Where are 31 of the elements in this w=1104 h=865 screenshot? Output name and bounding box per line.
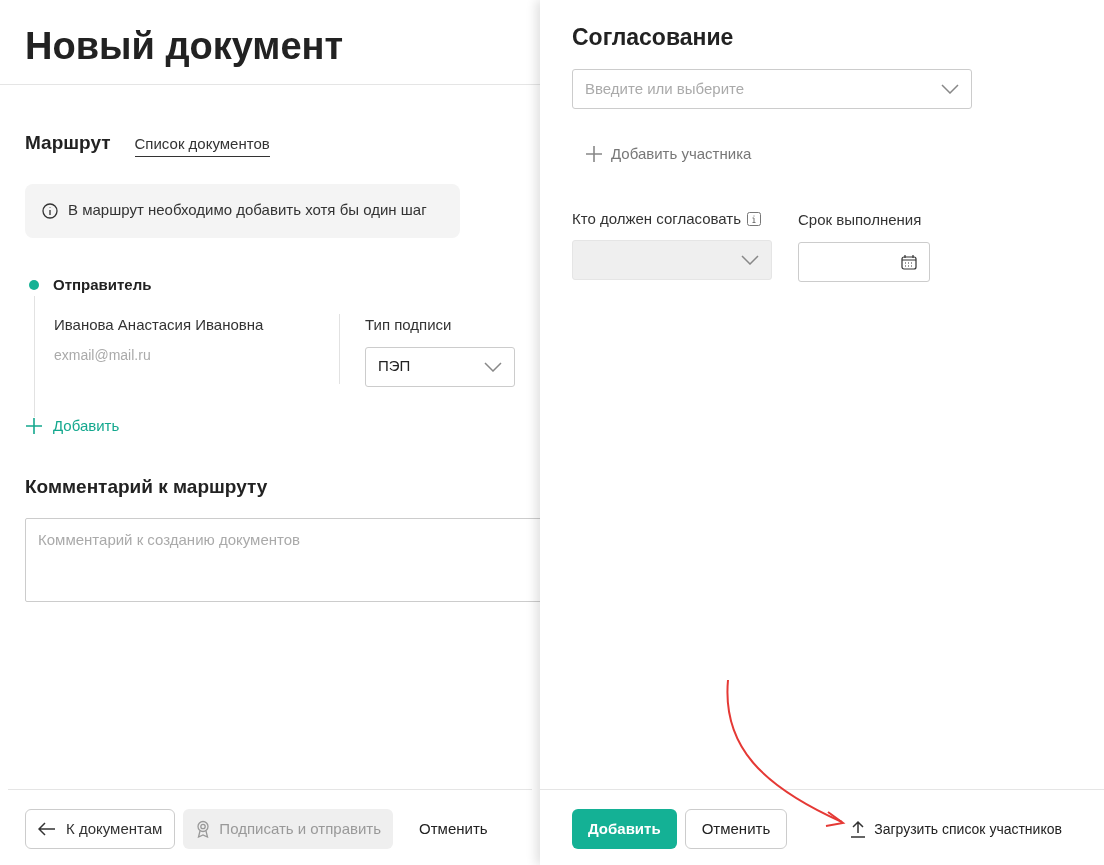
select-placeholder: Введите или выберите [585,78,745,99]
back-button[interactable]: К документам [25,809,176,849]
chevron-down-icon [484,361,502,372]
cancel-button[interactable]: Отменить [401,809,506,849]
chevron-down-icon [941,84,959,94]
page-title: Новый документ [25,24,345,68]
documents-list-link[interactable]: Список документов [134,133,270,157]
person-email: exmail@mail.ru [54,345,152,365]
info-icon [42,202,58,219]
date-field[interactable] [798,241,930,282]
section-title: Маршрут [25,131,111,155]
info-icon [747,211,762,226]
signature-type-select[interactable]: ПЭП [365,346,515,387]
award-icon [195,820,212,838]
notice-text: В маршрут необходимо добавить хотя бы один шаг [68,200,427,221]
cancel-button[interactable]: Отменить [684,809,788,849]
arrow-left-icon [38,822,56,836]
field-label: Кто должен согласовать [572,208,742,229]
step-title: Отправитель [53,274,152,295]
chevron-down-icon [741,255,759,265]
field-label: Срок выполнения [798,210,922,228]
panel-title: Согласование [572,23,735,52]
plus-icon [25,416,43,435]
upload-list-button[interactable]: Загрузить список участников [850,809,1062,849]
upload-icon [850,820,867,838]
section-title: Комментарий к маршруту [25,475,269,499]
add-participant-button[interactable]: Добавить участника [585,143,752,166]
calendar-icon [901,253,917,270]
person-name: Иванова Анастасия Ивановна [54,315,265,335]
plus-icon [585,145,603,164]
field-label: Тип подписи [365,315,453,335]
